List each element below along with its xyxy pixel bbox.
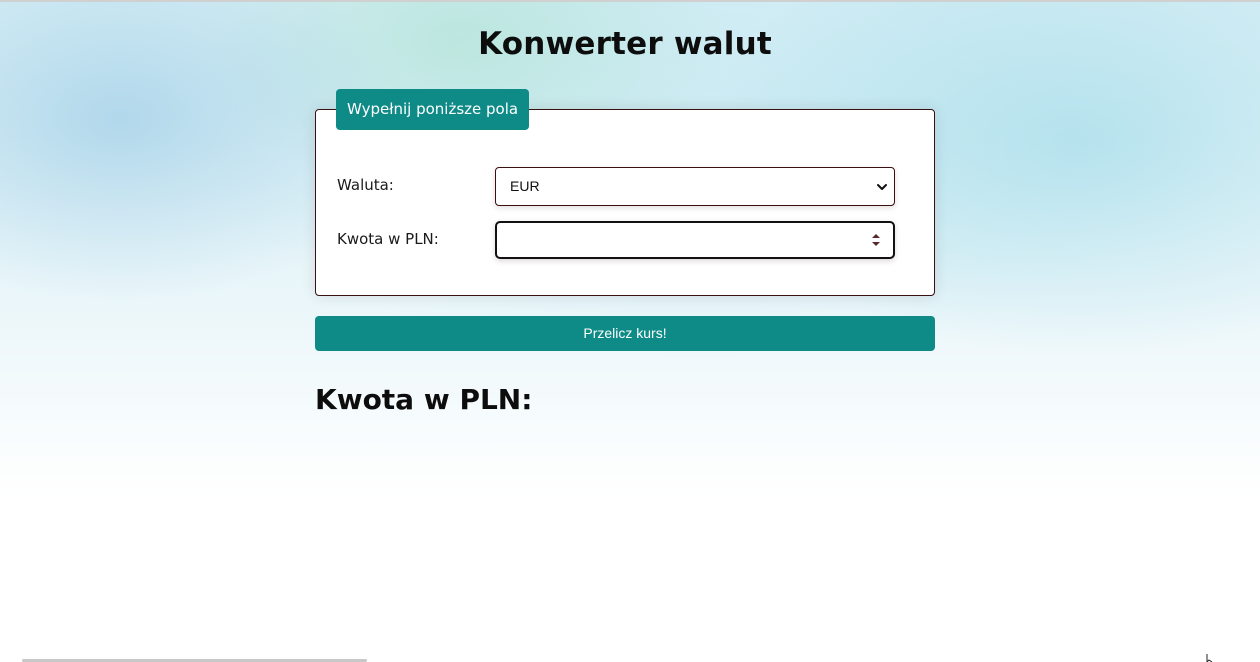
currency-select[interactable]: EUR xyxy=(495,167,895,206)
spinner-icon[interactable] xyxy=(871,232,881,248)
currency-selected-value: EUR xyxy=(510,178,540,194)
amount-input[interactable] xyxy=(507,229,857,251)
amount-field[interactable] xyxy=(495,221,895,259)
chevron-down-icon xyxy=(877,184,887,190)
mouse-cursor-icon xyxy=(1206,654,1213,662)
result-heading: Kwota w PLN: xyxy=(315,383,533,416)
browser-top-border xyxy=(0,0,1260,2)
currency-label: Waluta: xyxy=(337,176,394,194)
form-legend: Wypełnij poniższe pola xyxy=(336,89,530,130)
convert-button[interactable]: Przelicz kurs! xyxy=(315,316,935,351)
amount-label: Kwota w PLN: xyxy=(337,230,439,248)
page-title: Konwerter walut xyxy=(478,26,772,62)
